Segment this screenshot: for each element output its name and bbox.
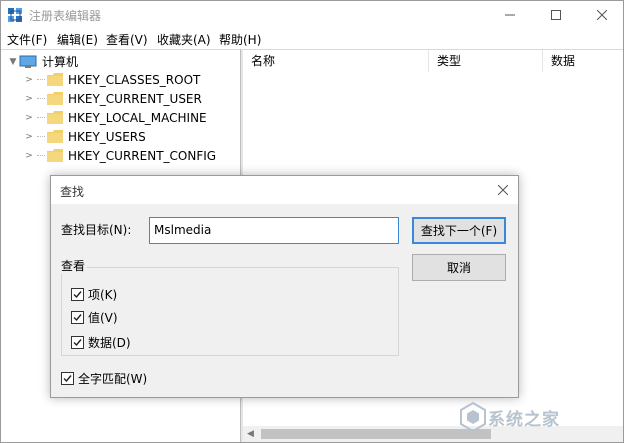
- tree-item-hkcr[interactable]: > HKEY_CLASSES_ROOT: [23, 70, 200, 89]
- expand-arrow-icon[interactable]: >: [23, 108, 35, 127]
- title-bar[interactable]: 注册表编辑器: [1, 1, 623, 29]
- checkmark-icon: [73, 338, 82, 346]
- look-at-label: 查看: [59, 257, 88, 274]
- find-next-button[interactable]: 查找下一个(F): [412, 217, 506, 244]
- tree-label-hkcr: HKEY_CLASSES_ROOT: [68, 72, 201, 87]
- option-keys-label: 项(K): [88, 287, 118, 302]
- checkbox-keys[interactable]: [71, 287, 84, 301]
- dialog-title: 查找: [60, 185, 85, 199]
- tree-label-hkcu: HKEY_CURRENT_USER: [68, 91, 202, 106]
- option-keys[interactable]: 项(K): [71, 286, 117, 302]
- checkbox-match-whole[interactable]: [61, 371, 74, 385]
- menu-favorites[interactable]: 收藏夹(A): [157, 31, 211, 48]
- column-header-name[interactable]: 名称: [243, 50, 429, 72]
- tree-label-hklm: HKEY_LOCAL_MACHINE: [68, 110, 207, 125]
- tree-item-hku[interactable]: > HKEY_USERS: [23, 127, 146, 146]
- checkbox-data[interactable]: [71, 335, 84, 349]
- tree-connector: [37, 155, 45, 156]
- checkbox-values[interactable]: [71, 310, 84, 324]
- expand-arrow-icon[interactable]: >: [23, 127, 35, 146]
- folder-icon: [47, 130, 63, 143]
- tree-item-hkcc[interactable]: > HKEY_CURRENT_CONFIG: [23, 146, 216, 165]
- option-match-whole-label: 全字匹配(W): [78, 371, 148, 386]
- collapse-arrow-icon[interactable]: ▼: [7, 52, 19, 71]
- computer-icon: [19, 55, 37, 68]
- scrollbar-thumb[interactable]: [261, 429, 491, 439]
- tree-label-hku: HKEY_USERS: [68, 129, 146, 144]
- tree-connector: [37, 136, 45, 137]
- option-values[interactable]: 值(V): [71, 309, 118, 325]
- tree-connector: [37, 117, 45, 118]
- option-match-whole[interactable]: 全字匹配(W): [61, 370, 147, 386]
- minimize-button[interactable]: [487, 1, 533, 29]
- maximize-button[interactable]: [533, 1, 579, 29]
- watermark-logo-icon: [460, 402, 486, 432]
- column-header-data[interactable]: 数据: [543, 50, 623, 72]
- expand-arrow-icon[interactable]: >: [23, 146, 35, 165]
- tree-label-hkcc: HKEY_CURRENT_CONFIG: [68, 148, 217, 163]
- watermark-text: 系统之家: [488, 410, 560, 430]
- minimize-icon: [505, 14, 515, 16]
- maximize-icon: [551, 10, 561, 20]
- folder-icon: [47, 73, 63, 86]
- tree-item-hklm[interactable]: > HKEY_LOCAL_MACHINE: [23, 108, 207, 127]
- close-button[interactable]: [579, 1, 624, 29]
- folder-icon: [47, 92, 63, 105]
- find-dialog: 查找 查找目标(N): Mslmedia 查找下一个(F) 取消 查看 项(K)…: [50, 175, 519, 398]
- menu-bar: 文件(F) 编辑(E) 查看(V) 收藏夹(A) 帮助(H): [1, 29, 623, 49]
- dialog-title-bar[interactable]: 查找: [51, 176, 518, 204]
- tree-item-hkcu[interactable]: > HKEY_CURRENT_USER: [23, 89, 202, 108]
- find-target-label: 查找目标(N):: [61, 223, 132, 237]
- menu-help[interactable]: 帮助(H): [219, 31, 261, 48]
- checkmark-icon: [73, 290, 82, 298]
- tree-item-computer[interactable]: ▼ 计算机: [7, 52, 78, 71]
- option-values-label: 值(V): [88, 310, 118, 325]
- window-title: 注册表编辑器: [29, 9, 102, 23]
- checkmark-icon: [63, 374, 72, 382]
- checkmark-icon: [73, 313, 82, 321]
- expand-arrow-icon[interactable]: >: [23, 70, 35, 89]
- scroll-left-arrow-icon[interactable]: ◀: [247, 429, 254, 439]
- find-target-input[interactable]: Mslmedia: [149, 217, 399, 244]
- close-icon: [597, 10, 607, 20]
- option-data-label: 数据(D): [88, 335, 131, 350]
- menu-view[interactable]: 查看(V): [106, 31, 148, 48]
- option-data[interactable]: 数据(D): [71, 334, 131, 350]
- folder-icon: [47, 149, 63, 162]
- menu-file[interactable]: 文件(F): [7, 31, 47, 48]
- close-icon: [497, 185, 508, 195]
- tree-label-computer: 计算机: [42, 55, 79, 69]
- regedit-app-icon: [8, 8, 22, 22]
- watermark: 系统之家: [460, 400, 620, 440]
- folder-icon: [47, 111, 63, 124]
- dialog-close-button[interactable]: [487, 176, 518, 204]
- expand-arrow-icon[interactable]: >: [23, 89, 35, 108]
- tree-connector: [37, 79, 45, 80]
- cancel-button[interactable]: 取消: [412, 254, 506, 281]
- column-header-type[interactable]: 类型: [429, 50, 543, 72]
- tree-connector: [37, 98, 45, 99]
- menu-edit[interactable]: 编辑(E): [57, 31, 98, 48]
